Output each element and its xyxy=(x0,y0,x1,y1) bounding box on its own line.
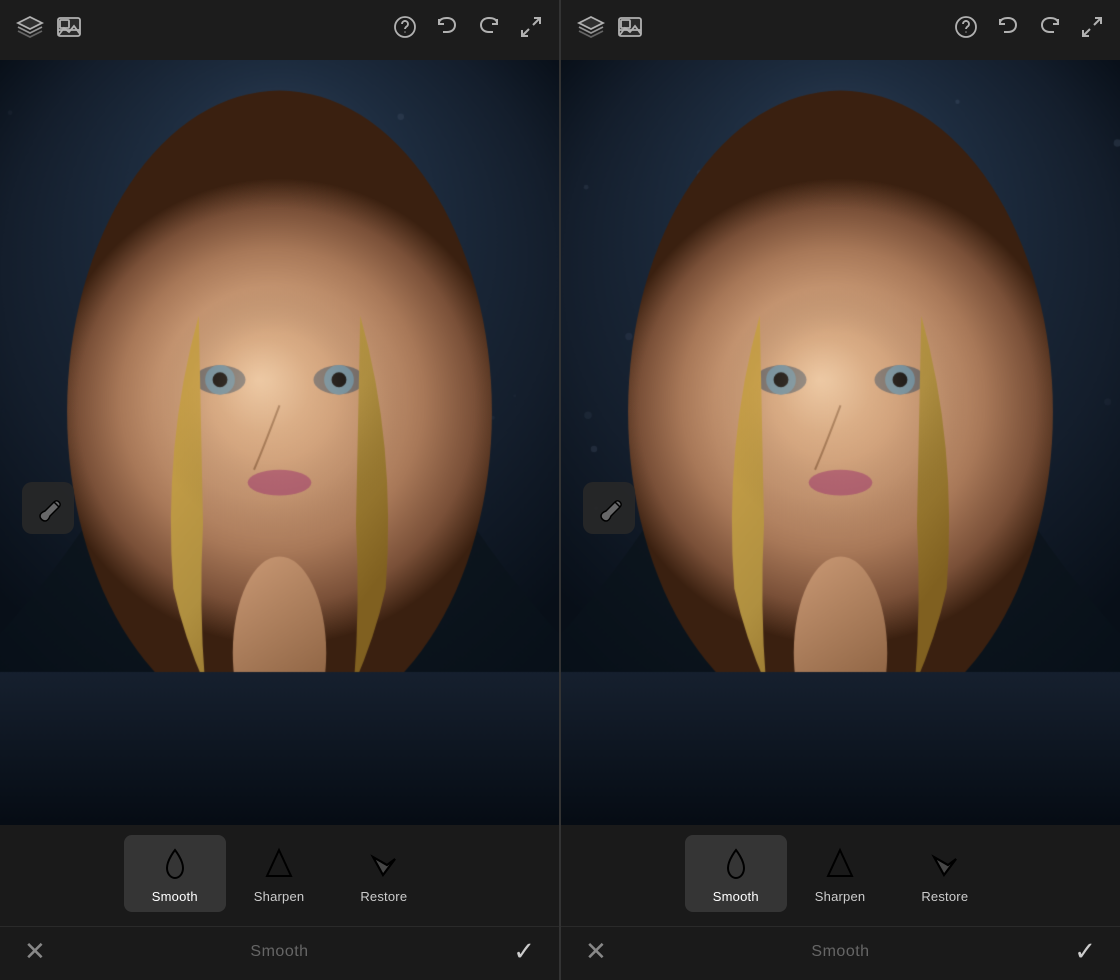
tool-restore-right[interactable]: Restore xyxy=(893,835,996,912)
sharpen-label-left: Sharpen xyxy=(254,889,305,904)
cancel-button-right[interactable]: ✕ xyxy=(585,936,607,967)
panel-right: Smooth Sharpen Restore xyxy=(559,0,1120,980)
smooth-label-left: Smooth xyxy=(152,889,198,904)
tool-smooth-left[interactable]: Smooth xyxy=(124,835,226,912)
restore-label-right: Restore xyxy=(921,889,968,904)
photo-canvas-left xyxy=(0,60,559,825)
restore-icon-right xyxy=(928,845,962,883)
tool-restore-left[interactable]: Restore xyxy=(332,835,435,912)
smooth-icon-right xyxy=(719,845,753,883)
panel-left: Smooth Sharpen Restore xyxy=(0,0,559,980)
toolbar-right-panel-left-icons xyxy=(577,13,643,47)
smooth-icon-left xyxy=(158,845,192,883)
brush-tool-right[interactable] xyxy=(583,482,635,534)
restore-label-left: Restore xyxy=(360,889,407,904)
photo-area-right xyxy=(561,60,1120,825)
image-icon-right[interactable] xyxy=(617,14,643,46)
undo-icon-left[interactable] xyxy=(435,15,459,45)
photo-area-left xyxy=(0,60,559,825)
tool-options-left: Smooth Sharpen Restore xyxy=(0,825,559,926)
sharpen-icon-left xyxy=(262,845,296,883)
bottom-title-right: Smooth xyxy=(811,943,869,961)
restore-icon-left xyxy=(367,845,401,883)
cancel-button-left[interactable]: ✕ xyxy=(24,936,46,967)
confirm-button-left[interactable]: ✓ xyxy=(513,936,535,967)
redo-icon-left[interactable] xyxy=(477,15,501,45)
tool-sharpen-right[interactable]: Sharpen xyxy=(787,835,894,912)
redo-icon-right[interactable] xyxy=(1038,15,1062,45)
toolbar-right-icons-left xyxy=(393,15,543,45)
sharpen-icon-right xyxy=(823,845,857,883)
bottom-bar-left: ✕ Smooth ✓ xyxy=(0,926,559,980)
undo-icon-right[interactable] xyxy=(996,15,1020,45)
smooth-label-right: Smooth xyxy=(713,889,759,904)
bottom-title-left: Smooth xyxy=(250,943,308,961)
tool-options-right: Smooth Sharpen Restore xyxy=(561,825,1120,926)
expand-icon-right[interactable] xyxy=(1080,15,1104,45)
brush-tool-left[interactable] xyxy=(22,482,74,534)
toolbar-right-panel-right-icons xyxy=(954,15,1104,45)
image-icon-left[interactable] xyxy=(56,14,82,46)
panels-container: Smooth Sharpen Restore xyxy=(0,0,1120,980)
layers-icon-right[interactable] xyxy=(577,13,605,47)
sharpen-label-right: Sharpen xyxy=(815,889,866,904)
photo-canvas-right xyxy=(561,60,1120,825)
expand-icon-left[interactable] xyxy=(519,15,543,45)
confirm-button-right[interactable]: ✓ xyxy=(1074,936,1096,967)
toolbar-left-icons xyxy=(16,13,82,47)
help-icon-left[interactable] xyxy=(393,15,417,45)
help-icon-right[interactable] xyxy=(954,15,978,45)
toolbar-left xyxy=(0,0,559,60)
layers-icon[interactable] xyxy=(16,13,44,47)
bottom-bar-right: ✕ Smooth ✓ xyxy=(561,926,1120,980)
tool-sharpen-left[interactable]: Sharpen xyxy=(226,835,333,912)
toolbar-right-panel xyxy=(561,0,1120,60)
tool-smooth-right[interactable]: Smooth xyxy=(685,835,787,912)
